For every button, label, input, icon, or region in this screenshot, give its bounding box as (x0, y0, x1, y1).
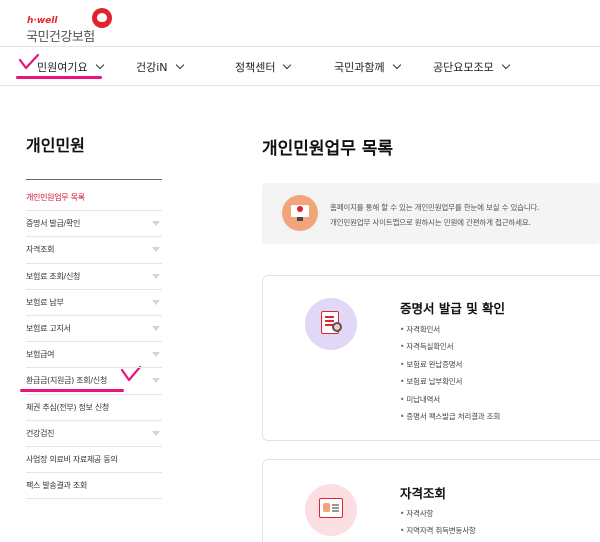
sidebar-item-benefits[interactable]: 보험급여 (26, 342, 162, 369)
sidebar-item-premium-bill[interactable]: 보험료 고지서 (26, 316, 162, 343)
sidebar-item-debt-collection[interactable]: 체권 추심(전부) 정보 신청 (26, 395, 162, 421)
sidebar-item-label: 사업장 의료비 자료제공 동의 (26, 454, 118, 464)
gnb-item-together[interactable]: 국민과함께 (334, 59, 401, 75)
sidebar-item-label: 팩스 발송결과 조회 (26, 481, 87, 491)
sidebar-item-label: 개인민원업무 목록 (26, 193, 85, 203)
site-logo[interactable]: h·well 국민건강보험 (26, 6, 126, 45)
annotation-checkmark (18, 54, 40, 70)
caret-down-icon (152, 247, 160, 253)
caret-down-icon (152, 378, 160, 384)
card-link[interactable]: 보험료 납부확인서 (400, 373, 500, 390)
logo-tagline: h·well (27, 16, 58, 26)
card-link[interactable]: 미납내역서 (400, 391, 500, 408)
card-link[interactable]: 보험료 완납증명서 (400, 356, 500, 373)
gnb-item-health-in[interactable]: 건강iN (136, 59, 184, 75)
gnb-item-civil[interactable]: 민원여기요 (37, 59, 104, 75)
gnb-label: 건강iN (136, 61, 168, 74)
heart-logo-icon (92, 8, 112, 28)
certificate-icon (305, 298, 357, 350)
gnb-label: 국민과함께 (334, 61, 385, 74)
card-link-list: 자격확인서 자격득실확인서 보험료 완납증명서 보험료 납부확인서 미납내역서 … (400, 321, 500, 425)
chevron-down-icon (392, 60, 401, 70)
id-card-icon (305, 484, 357, 536)
card-link[interactable]: 자격확인서 (400, 321, 500, 338)
sidebar-item-qualification[interactable]: 자격조회 (26, 237, 162, 264)
card-link[interactable]: 자격사항 (400, 505, 476, 522)
gnb-label: 정책센터 (235, 61, 276, 74)
sidebar-item-fax-result[interactable]: 팩스 발송결과 조회 (26, 473, 162, 500)
sidebar-item-list[interactable]: 개인민원업무 목록 (26, 185, 162, 212)
gnb-item-policy[interactable]: 정책센터 (235, 59, 292, 75)
page-title: 개인민원업무 목록 (262, 139, 394, 159)
sidebar-item-label: 증명서 발급/확인 (26, 219, 81, 229)
chevron-down-icon (501, 60, 510, 70)
sidebar-item-label: 체권 추심(전부) 정보 신청 (26, 402, 109, 412)
sidebar-item-refund[interactable]: 환급금(지원금) 조회/신청 (26, 368, 162, 395)
sidebar-item-label: 보험료 납부 (26, 297, 64, 307)
service-card-certificate: 증명서 발급 및 확인 자격확인서 자격득실확인서 보험료 완납증명서 보험료 … (262, 275, 600, 441)
sidebar-item-premium-inquiry[interactable]: 보험료 조회/신청 (26, 264, 162, 290)
sidebar-item-certificate[interactable]: 증명서 발급/확인 (26, 211, 162, 238)
caret-down-icon (152, 430, 160, 436)
gnb-item-about[interactable]: 공단요모조모 (433, 59, 510, 75)
card-title: 증명서 발급 및 확인 (400, 301, 506, 316)
sidebar-item-label: 보험료 조회/신청 (26, 271, 81, 281)
info-line: 홈페이지를 통해 할 수 있는 개인민원업무를 한눈에 보실 수 있습니다. (330, 203, 540, 212)
info-line: 개인민원업무 사이트맵으로 원하시는 민원에 간편하게 접근하세요. (330, 218, 531, 227)
caret-down-icon (152, 352, 160, 358)
sidebar-item-medical-consent[interactable]: 사업장 의료비 자료제공 동의 (26, 447, 162, 474)
card-link[interactable]: 자격득실확인서 (400, 338, 500, 355)
sidebar-item-label: 자격조회 (26, 245, 55, 255)
caret-down-icon (152, 273, 160, 279)
chevron-down-icon (95, 60, 104, 70)
card-link[interactable]: 증명서 팩스발급 처리결과 조회 (400, 408, 500, 425)
caret-down-icon (152, 299, 160, 305)
logo-name: 국민건강보험 (26, 30, 95, 45)
sidebar-item-label: 보험료 고지서 (26, 324, 71, 334)
sidebar-item-premium-payment[interactable]: 보험료 납부 (26, 290, 162, 316)
chevron-down-icon (175, 60, 184, 70)
sidebar-item-checkup[interactable]: 건강검진 (26, 421, 162, 447)
sidebar-menu: 개인민원업무 목록 증명서 발급/확인 자격조회 보험료 조회/신청 보험료 납… (26, 185, 162, 500)
info-text: 홈페이지를 통해 할 수 있는 개인민원업무를 한눈에 보실 수 있습니다. 개… (330, 200, 540, 230)
card-link[interactable]: 지역자격 취득변동사항 (400, 522, 475, 539)
sidebar-item-label: 환급금(지원금) 조회/신청 (26, 376, 107, 386)
chevron-down-icon (283, 60, 292, 70)
sidebar-title: 개인민원 (26, 136, 85, 155)
sidebar-item-label: 보험급여 (26, 350, 55, 360)
card-title: 자격조회 (400, 486, 447, 501)
card-link-list: 자격사항 지역자격 취득변동사항 (400, 505, 476, 540)
sidebar-item-label: 건강검진 (26, 428, 55, 438)
info-notice: 홈페이지를 통해 할 수 있는 개인민원업무를 한눈에 보실 수 있습니다. 개… (262, 183, 600, 244)
caret-down-icon (152, 325, 160, 331)
monitor-location-icon (282, 195, 318, 231)
gnb-label: 민원여기요 (37, 61, 88, 74)
gnb-label: 공단요모조모 (433, 61, 494, 74)
global-nav: 민원여기요 건강iN 정책센터 국민과함께 공단요모조모 (0, 46, 600, 86)
service-card-qualification: 자격조회 자격사항 지역자격 취득변동사항 (262, 459, 600, 542)
sidebar-divider (26, 179, 162, 180)
annotation-underline (16, 76, 102, 79)
caret-down-icon (152, 221, 160, 227)
